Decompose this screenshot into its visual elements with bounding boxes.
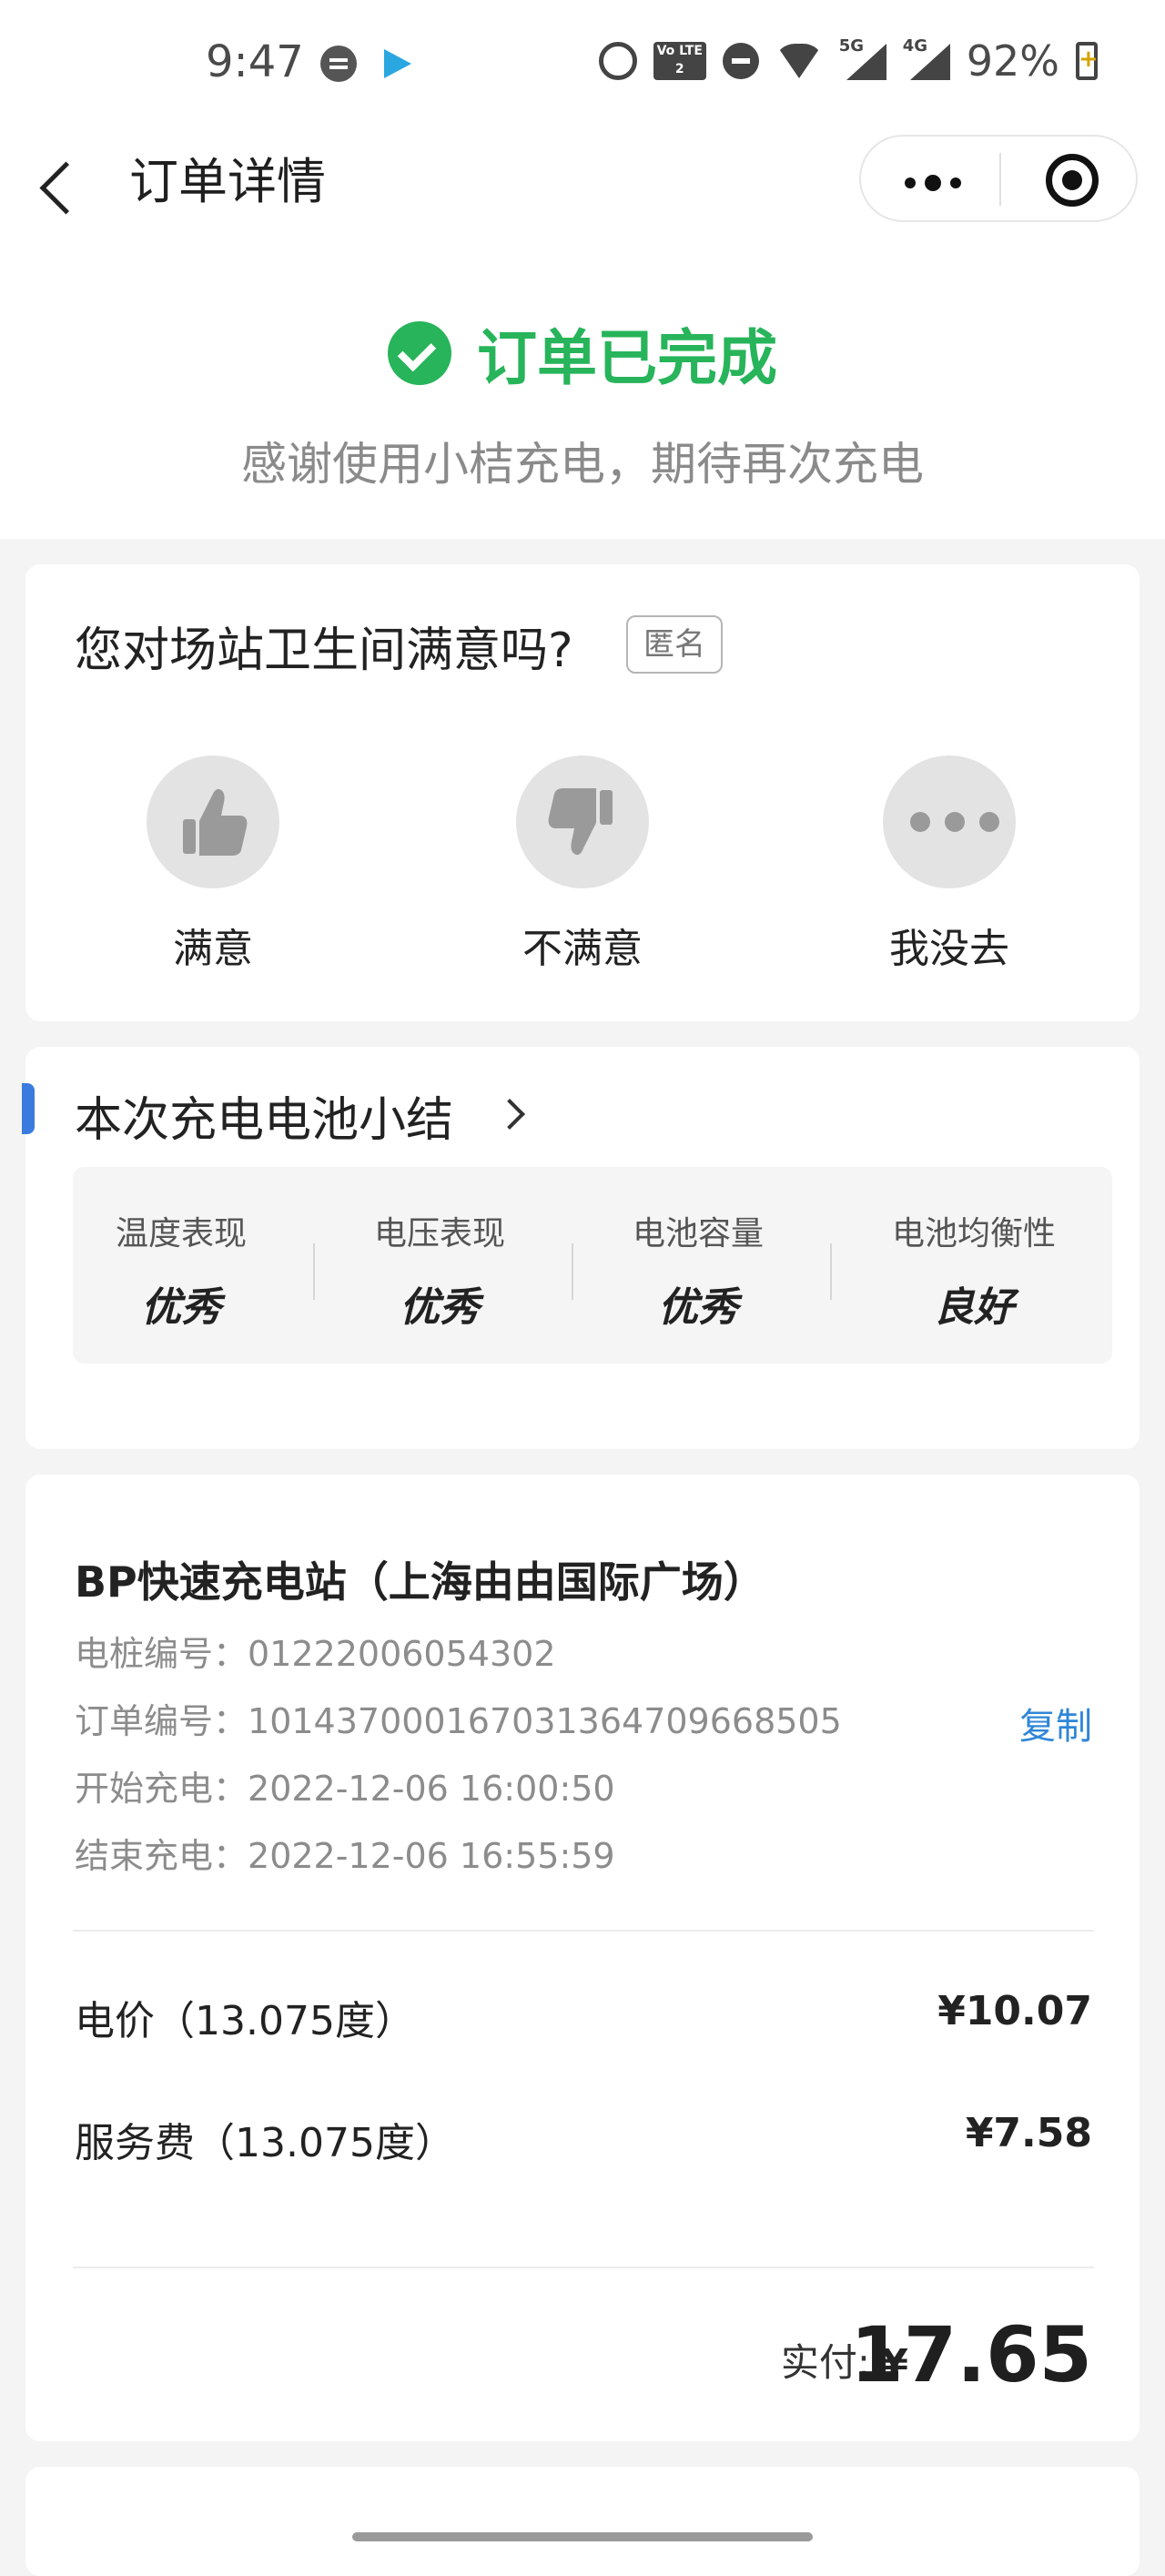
battery-summary-title[interactable]: 本次充电电池小结 xyxy=(75,1081,453,1150)
signal-4g-icon: 4G xyxy=(903,36,950,80)
info-label: 结束充电： xyxy=(75,1836,248,1876)
info-row-end-time: 结束充电：2022-12-06 16:55:59 xyxy=(75,1828,615,1878)
battery-metrics: 温度表现 优秀 电压表现 优秀 电池容量 优秀 电池均衡性 良好 xyxy=(73,1167,1112,1364)
info-label: 订单编号： xyxy=(75,1701,248,1741)
survey-option-not-visited[interactable]: 我没去 xyxy=(858,756,1040,974)
nav-bar: 订单详情 xyxy=(0,127,1165,246)
metric-divider xyxy=(830,1243,832,1300)
divider xyxy=(73,1930,1094,1932)
battery-metric: 电池容量 优秀 xyxy=(603,1207,794,1333)
battery-percent: 92% xyxy=(966,36,1059,86)
survey-option-label: 不满意 xyxy=(522,926,643,972)
battery-metric: 电压表现 优秀 xyxy=(344,1207,535,1333)
order-status-subtitle: 感谢使用小桔充电，期待再次充电 xyxy=(241,438,924,491)
dnd-icon xyxy=(722,43,759,79)
metric-label: 电压表现 xyxy=(373,1215,505,1253)
metric-label: 温度表现 xyxy=(115,1215,247,1253)
info-label: 开始充电： xyxy=(75,1769,248,1809)
video-play-icon xyxy=(384,49,411,78)
metric-divider xyxy=(572,1243,573,1300)
alarm-icon xyxy=(598,42,637,80)
miniprogram-capsule xyxy=(859,135,1138,222)
next-card-peek xyxy=(25,2467,1140,2576)
battery-summary-card: 本次充电电池小结 温度表现 优秀 电压表现 优秀 电池容量 优秀 电池均衡性 良… xyxy=(22,1047,1140,1449)
fee-label-service: 服务费（13.075度） xyxy=(75,2120,455,2166)
capsule-divider xyxy=(999,153,1001,206)
thumbs-down-icon[interactable] xyxy=(516,756,649,888)
battery-metric: 电池均衡性 良好 xyxy=(865,1207,1083,1333)
status-bar: 9:47 Vo LTE 2 5G 4G 92% xyxy=(0,0,1165,127)
metric-divider xyxy=(313,1243,315,1300)
chevron-right-icon[interactable] xyxy=(494,1099,525,1130)
check-circle-icon xyxy=(388,321,451,385)
chat-icon xyxy=(320,46,357,82)
info-value: 2022-12-06 16:55:59 xyxy=(248,1836,615,1876)
info-value: 1014370001670313647096685​05 xyxy=(248,1701,842,1741)
signal-5g-icon: 5G xyxy=(839,36,886,80)
home-indicator[interactable] xyxy=(352,2532,813,2541)
survey-option-unsatisfied[interactable]: 不满意 xyxy=(491,756,674,974)
back-arrow-icon[interactable] xyxy=(39,161,93,215)
battery-icon xyxy=(1076,42,1099,80)
order-status-header: 订单已完成 感谢使用小桔充电，期待再次充电 xyxy=(0,246,1165,539)
metric-label: 电池容量 xyxy=(632,1215,764,1253)
section-accent-bar xyxy=(22,1083,35,1134)
restroom-survey-card: 您对场站卫生间满意吗? 匿名 满意 不满意 我没去 xyxy=(25,564,1140,1021)
page-title: 订单详情 xyxy=(129,153,326,210)
metric-value: 优秀 xyxy=(400,1284,480,1331)
survey-question: 您对场站卫生间满意吗? xyxy=(75,624,573,678)
station-name: BP快速充电站（上海由由国际广场） xyxy=(75,1557,765,1607)
info-row-order-id: 订单编号：1014370001670313647096685​05 xyxy=(75,1693,842,1743)
metric-value: 优秀 xyxy=(658,1284,738,1331)
more-dots-icon[interactable] xyxy=(883,756,1016,888)
order-detail-card: BP快速充电站（上海由由国际广场） 电桩编号：01222006054302 订单… xyxy=(25,1475,1140,2441)
thumbs-up-icon[interactable] xyxy=(147,756,279,888)
info-row-start-time: 开始充电：2022-12-06 16:00:50 xyxy=(75,1760,615,1810)
metric-value: 良好 xyxy=(934,1284,1014,1331)
metric-label: 电池均衡性 xyxy=(891,1215,1056,1253)
survey-option-label: 满意 xyxy=(173,926,253,972)
survey-option-label: 我没去 xyxy=(889,926,1009,972)
wifi-icon xyxy=(775,44,823,78)
info-value: 2022-12-06 16:00:50 xyxy=(248,1769,615,1809)
close-target-icon[interactable] xyxy=(1046,154,1099,207)
info-label: 电桩编号： xyxy=(75,1634,248,1674)
paid-amount: 17.65 xyxy=(850,2310,1092,2399)
fee-amount-service: ¥7.58 xyxy=(965,2110,1092,2156)
status-time: 9:47 xyxy=(206,36,304,87)
info-row-pile-id: 电桩编号：01222006054302 xyxy=(75,1626,556,1676)
fee-amount-electricity: ¥10.07 xyxy=(937,1988,1092,2034)
more-dots-icon[interactable] xyxy=(905,175,961,191)
info-value: 01222006054302 xyxy=(248,1634,556,1674)
anonymous-badge: 匿名 xyxy=(626,615,723,674)
battery-metric: 温度表现 优秀 xyxy=(86,1207,277,1333)
fee-label-electricity: 电价（13.075度） xyxy=(75,1998,415,2044)
order-status-title: 订单已完成 xyxy=(477,323,777,393)
volte-icon: Vo LTE 2 xyxy=(653,42,706,80)
metric-value: 优秀 xyxy=(141,1284,221,1331)
status-icons: Vo LTE 2 5G 4G 92% xyxy=(598,36,1099,86)
divider xyxy=(73,2267,1094,2268)
survey-option-satisfied[interactable]: 满意 xyxy=(122,756,304,974)
copy-button[interactable]: 复制 xyxy=(1019,1697,1092,1749)
